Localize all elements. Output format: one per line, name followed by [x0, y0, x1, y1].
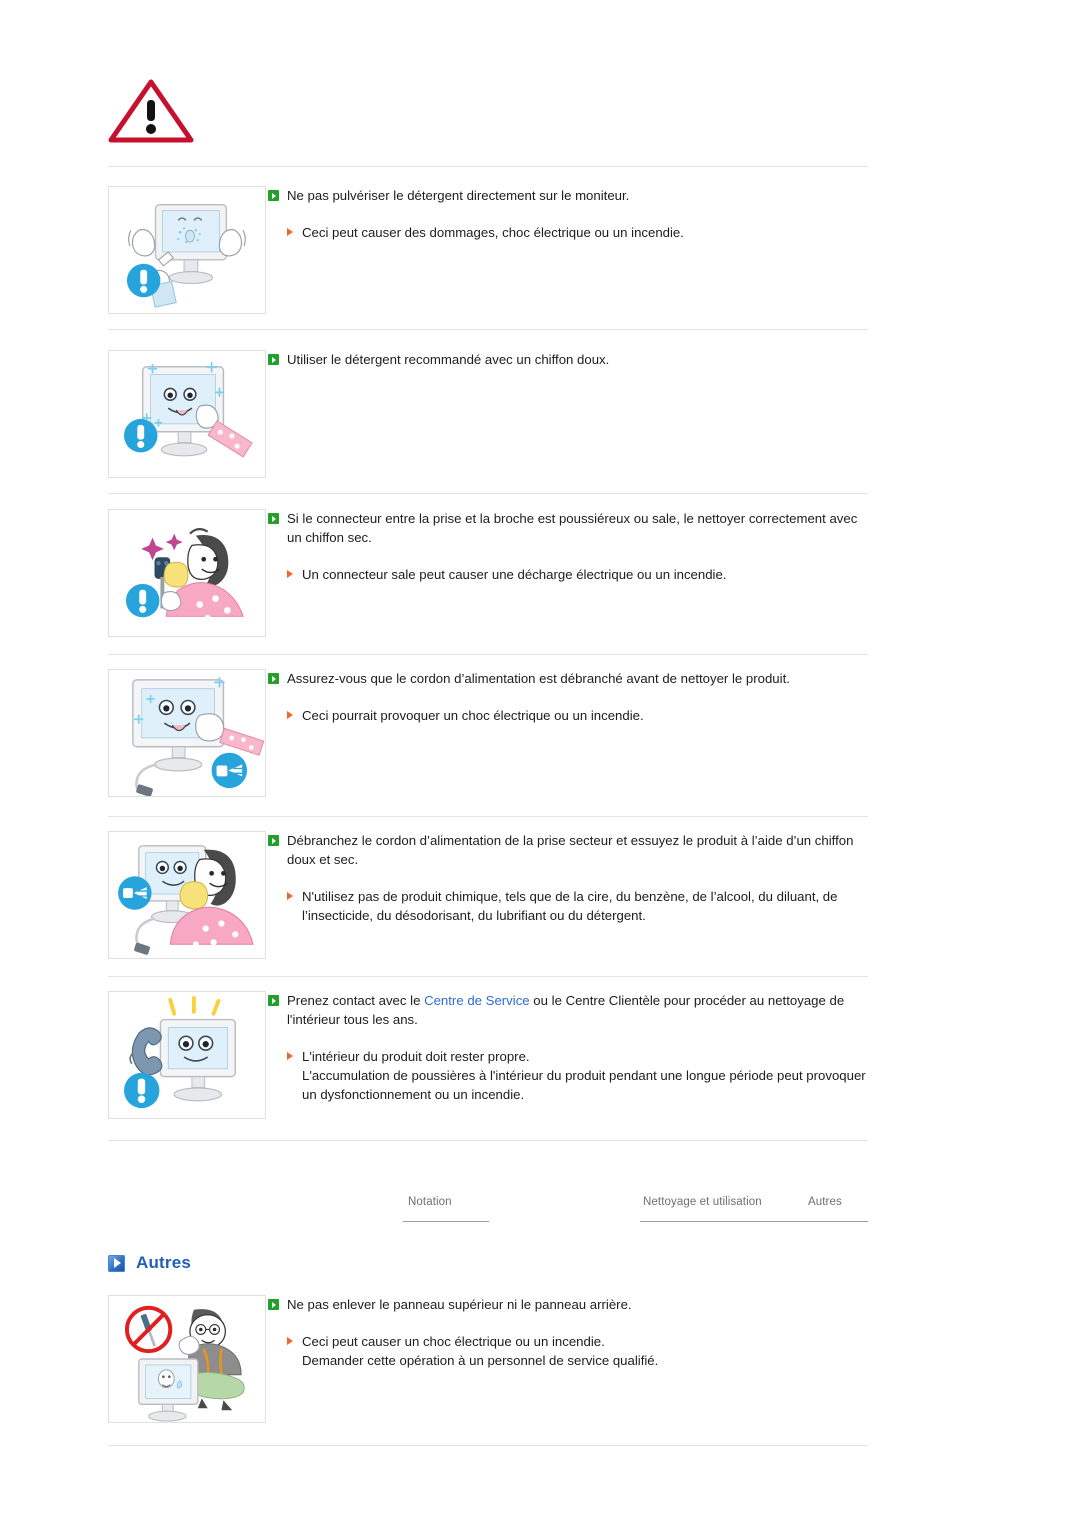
sub-instruction: L'intérieur du produit doit rester propr…: [287, 1047, 868, 1104]
tab-autres[interactable]: Autres: [808, 1196, 842, 1217]
green-arrow-bullet-icon: [268, 354, 279, 365]
monitor-spray-cleaner-illustration: [108, 186, 266, 314]
safety-item-text: Ne pas pulvériser le détergent directeme…: [268, 186, 868, 242]
divider: [108, 1445, 868, 1446]
section-tabs: Notation Nettoyage et utilisation Autres: [108, 1196, 868, 1230]
main-instruction-text: Débranchez le cordon d’alimentation de l…: [287, 833, 854, 867]
green-arrow-bullet-icon: [268, 513, 279, 524]
divider: [108, 1140, 868, 1141]
divider: [108, 654, 868, 655]
monitor-unplugged-cleaning-illustration: [108, 669, 266, 797]
monitor-phone-service-illustration: [108, 991, 266, 1119]
green-arrow-bullet-icon: [268, 190, 279, 201]
sub-instruction-text: Ceci peut causer un choc électrique ou u…: [302, 1334, 659, 1368]
main-instruction-text: Assurez-vous que le cordon d’alimentatio…: [287, 671, 790, 686]
orange-triangle-bullet-icon: [287, 711, 293, 719]
divider: [108, 976, 868, 977]
section-title-text: Autres: [136, 1253, 192, 1272]
main-instruction-text: Si le connecteur entre la prise et la br…: [287, 511, 858, 545]
main-instruction: Ne pas pulvériser le détergent directeme…: [268, 186, 868, 205]
sub-instruction: Un connecteur sale peut causer une décha…: [287, 565, 868, 584]
main-instruction-text: Utiliser le détergent recommandé avec un…: [287, 352, 610, 367]
woman-wiping-monitor-illustration: [108, 831, 266, 959]
main-instruction-text: Ne pas pulvériser le détergent directeme…: [287, 188, 630, 203]
sub-instruction-text: N'utilisez pas de produit chimique, tels…: [302, 889, 838, 923]
sub-instruction: N'utilisez pas de produit chimique, tels…: [287, 887, 868, 925]
main-text-prefix: Prenez contact avec le: [287, 993, 425, 1008]
sub-instruction: Ceci peut causer un choc électrique ou u…: [287, 1332, 868, 1370]
tab-underline-notation: [403, 1221, 489, 1222]
safety-item-text: Si le connecteur entre la prise et la br…: [268, 509, 868, 584]
blue-arrow-square-icon: [108, 1254, 125, 1272]
sub-instruction: Ceci pourrait provoquer un choc électriq…: [287, 706, 868, 725]
document-page: Ne pas pulvériser le détergent directeme…: [0, 0, 1080, 1528]
centre-de-service-link[interactable]: Centre de Service: [424, 993, 530, 1008]
green-arrow-bullet-icon: [268, 673, 279, 684]
main-instruction: Ne pas enlever le panneau supérieur ni l…: [268, 1295, 868, 1314]
orange-triangle-bullet-icon: [287, 892, 293, 900]
section-heading-autres: Autres: [108, 1253, 191, 1273]
divider: [108, 816, 868, 817]
green-arrow-bullet-icon: [268, 1299, 279, 1310]
orange-triangle-bullet-icon: [287, 1052, 293, 1060]
sub-instruction: Ceci peut causer des dommages, choc élec…: [287, 223, 868, 242]
divider: [108, 493, 868, 494]
warning-header: [108, 78, 868, 160]
main-instruction: Prenez contact avec le Centre de Service…: [268, 991, 868, 1029]
safety-item-text: Prenez contact avec le Centre de Service…: [268, 991, 868, 1104]
tab-underline-active: [640, 1221, 868, 1222]
main-instruction: Utiliser le détergent recommandé avec un…: [268, 350, 868, 369]
main-instruction-text: Ne pas enlever le panneau supérieur ni l…: [287, 1297, 632, 1312]
safety-item-text: Ne pas enlever le panneau supérieur ni l…: [268, 1295, 868, 1370]
warning-triangle-icon: [108, 79, 194, 143]
safety-item-text: Utiliser le détergent recommandé avec un…: [268, 350, 868, 369]
woman-cleaning-plug-illustration: [108, 509, 266, 637]
sub-instruction-text: Ceci peut causer des dommages, choc élec…: [302, 225, 684, 240]
main-instruction: Débranchez le cordon d’alimentation de l…: [268, 831, 868, 869]
sub-instruction-text: L'intérieur du produit doit rester propr…: [302, 1049, 866, 1102]
main-instruction-text: Prenez contact avec le Centre de Service…: [287, 991, 868, 1029]
green-arrow-bullet-icon: [268, 995, 279, 1006]
safety-item-text: Assurez-vous que le cordon d’alimentatio…: [268, 669, 868, 725]
tab-notation[interactable]: Notation: [408, 1196, 452, 1217]
divider: [108, 329, 868, 330]
sub-instruction-text: Un connecteur sale peut causer une décha…: [302, 567, 727, 582]
main-instruction: Assurez-vous que le cordon d’alimentatio…: [268, 669, 868, 688]
tab-nettoyage-et-utilisation[interactable]: Nettoyage et utilisation: [643, 1196, 762, 1217]
green-arrow-bullet-icon: [268, 835, 279, 846]
main-instruction: Si le connecteur entre la prise et la br…: [268, 509, 868, 547]
safety-item-text: Débranchez le cordon d’alimentation de l…: [268, 831, 868, 925]
technician-no-screwdriver-illustration: [108, 1295, 266, 1423]
orange-triangle-bullet-icon: [287, 1337, 293, 1345]
orange-triangle-bullet-icon: [287, 228, 293, 236]
orange-triangle-bullet-icon: [287, 570, 293, 578]
sub-instruction-text: Ceci pourrait provoquer un choc électriq…: [302, 708, 644, 723]
divider: [108, 166, 868, 167]
monitor-soft-cloth-illustration: [108, 350, 266, 478]
